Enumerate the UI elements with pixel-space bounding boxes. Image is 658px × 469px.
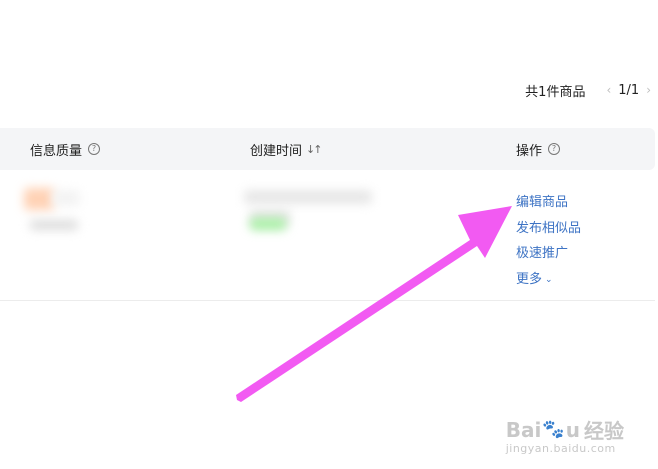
edit-product-link[interactable]: 编辑商品 bbox=[516, 190, 581, 216]
help-icon[interactable]: ? bbox=[548, 143, 561, 155]
total-count: 共1件商品 bbox=[525, 84, 586, 100]
watermark: Bai 🐾 u 经验 jingyan.baidu.com bbox=[505, 415, 624, 456]
help-icon[interactable]: ? bbox=[88, 143, 101, 155]
table-header: 信息质量 ? 创建时间 ↓↑ 操作 ? bbox=[0, 128, 655, 170]
chevron-down-icon: ⌄ bbox=[545, 274, 553, 285]
blurred-quality-score bbox=[52, 190, 80, 206]
row-actions: 编辑商品 发布相似品 极速推广 更多 ⌄ bbox=[516, 190, 581, 294]
column-actions: 操作 ? bbox=[516, 128, 561, 170]
watermark-brand-right: u bbox=[565, 417, 580, 442]
quick-promote-link[interactable]: 极速推广 bbox=[516, 241, 581, 267]
column-created-label: 创建时间 bbox=[250, 143, 303, 159]
blurred-quality-badge bbox=[24, 188, 54, 210]
column-quality-label: 信息质量 bbox=[30, 143, 83, 159]
column-created[interactable]: 创建时间 ↓↑ bbox=[250, 128, 323, 170]
watermark-product: 经验 bbox=[584, 419, 624, 443]
prev-page-icon[interactable]: ‹ bbox=[599, 83, 618, 97]
more-dropdown[interactable]: 更多 ⌄ bbox=[516, 267, 581, 295]
publish-similar-link[interactable]: 发布相似品 bbox=[516, 216, 581, 242]
pagination: 共1件商品 ‹ 1/1 › bbox=[525, 80, 658, 100]
watermark-url: jingyan.baidu.com bbox=[505, 442, 616, 455]
watermark-brand-left: Bai bbox=[505, 417, 542, 442]
page-indicator: 1/1 bbox=[618, 82, 640, 98]
blurred-created-time bbox=[244, 190, 372, 204]
column-actions-label: 操作 bbox=[516, 143, 543, 159]
paw-icon: 🐾 bbox=[542, 419, 565, 440]
blurred-status-badge bbox=[250, 218, 286, 230]
blurred-quality-text bbox=[30, 220, 78, 230]
table-row: 编辑商品 发布相似品 极速推广 更多 ⌄ bbox=[0, 170, 655, 301]
more-label: 更多 bbox=[516, 271, 543, 287]
sort-icon[interactable]: ↓↑ bbox=[306, 143, 323, 156]
next-page-icon[interactable]: › bbox=[639, 83, 658, 97]
column-quality: 信息质量 ? bbox=[30, 128, 101, 170]
